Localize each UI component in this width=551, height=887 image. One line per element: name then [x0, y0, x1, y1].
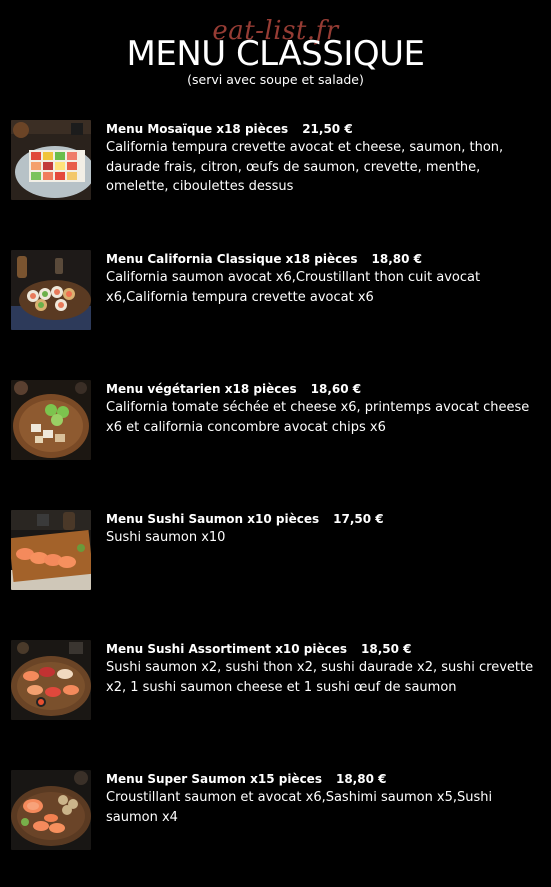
menu-item[interactable]: Menu California Classique x18 pièces 18,8… [11, 250, 541, 332]
item-heading: Menu Super Saumon x15 pièces 18,80 € [106, 771, 538, 787]
mosaic-sushi-plate-icon [11, 120, 91, 200]
item-heading: Menu Sushi Assortiment x10 pièces 18,50 € [106, 641, 538, 657]
item-heading: Menu California Classique x18 pièces 18,8… [106, 251, 538, 267]
item-name: Menu Mosaïque x18 pièces [106, 122, 289, 136]
item-price: 18,60 € [310, 382, 362, 396]
salmon-sushi-board-icon [11, 510, 91, 590]
menu-item[interactable]: Menu Sushi Saumon x10 pièces 17,50 € Sush… [11, 510, 541, 592]
vegetarian-rolls-plate-icon [11, 380, 91, 460]
item-description: Sushi saumon x10 [106, 530, 226, 545]
item-description: California tomate séchée et cheese x6, p… [106, 400, 530, 435]
menu-subtitle: (servi avec soupe et salade) [187, 72, 364, 87]
item-description: California saumon avocat x6,Croustillant… [106, 270, 481, 305]
menu-item[interactable]: Menu Sushi Assortiment x10 pièces 18,50 €… [11, 640, 541, 722]
item-description: California tempura crevette avocat et ch… [106, 140, 504, 194]
item-price: 17,50 € [333, 512, 384, 526]
item-price: 18,80 € [335, 772, 387, 786]
item-description: Croustillant saumon et avocat x6,Sashimi… [106, 790, 493, 825]
item-name: Menu Sushi Saumon x10 pièces [106, 512, 320, 526]
item-name: Menu California Classique x18 pièces [106, 252, 358, 266]
salmon-combo-plate-icon [11, 770, 91, 850]
item-price: 18,80 € [371, 252, 422, 266]
menu-item[interactable]: Menu Super Saumon x15 pièces 18,80 € Crou… [11, 770, 541, 852]
item-price: 21,50 € [302, 122, 353, 136]
menu-item[interactable]: Menu végétarien x18 pièces 18,60 € Califo… [11, 380, 541, 462]
item-name: Menu Sushi Assortiment x10 pièces [106, 642, 348, 656]
item-heading: Menu Sushi Saumon x10 pièces 17,50 € [106, 511, 538, 527]
item-name: Menu Super Saumon x15 pièces [106, 772, 322, 786]
menu-title: MENU CLASSIQUE [126, 34, 426, 74]
item-name: Menu végétarien x18 pièces [106, 382, 297, 396]
california-rolls-plate-icon [11, 250, 91, 330]
menu-item[interactable]: Menu Mosaïque x18 pièces 21,50 € Californ… [11, 120, 541, 202]
item-price: 18,50 € [361, 642, 412, 656]
item-heading: Menu Mosaïque x18 pièces 21,50 € [106, 121, 538, 137]
item-heading: Menu végétarien x18 pièces 18,60 € [106, 381, 538, 397]
assorted-sushi-plate-icon [11, 640, 91, 720]
item-description: Sushi saumon x2, sushi thon x2, sushi da… [106, 660, 534, 695]
